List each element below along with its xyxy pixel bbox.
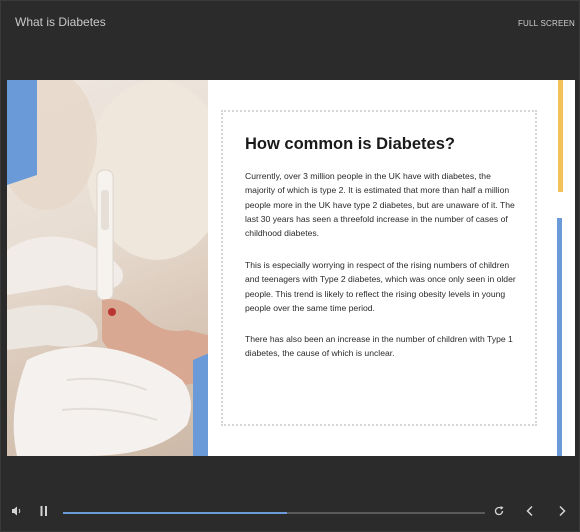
fullscreen-button[interactable]: FULL SCREEN xyxy=(518,19,575,28)
slide: How common is Diabetes? Currently, over … xyxy=(7,80,575,456)
blue-accent-bar xyxy=(557,218,562,456)
lesson-title: What is Diabetes xyxy=(15,15,106,29)
slide-heading: How common is Diabetes? xyxy=(245,135,455,153)
replay-icon[interactable] xyxy=(493,505,505,520)
paragraph-3: There has also been an increase in the n… xyxy=(245,334,513,359)
chevron-right-icon[interactable] xyxy=(557,505,567,520)
paragraph-2: This is especially worrying in respect o… xyxy=(245,260,516,313)
progress-fill xyxy=(63,512,287,514)
volume-icon[interactable] xyxy=(11,505,23,520)
pause-icon[interactable] xyxy=(39,505,49,520)
progress-bar[interactable] xyxy=(63,512,485,514)
chevron-left-icon[interactable] xyxy=(525,505,535,520)
lesson-player: What is Diabetes FULL SCREEN How common … xyxy=(0,0,580,532)
top-bar: What is Diabetes FULL SCREEN xyxy=(1,1,579,47)
blood-glucose-test-photo xyxy=(7,80,208,456)
playback-controls xyxy=(1,499,579,529)
paragraph-1: Currently, over 3 million people in the … xyxy=(245,171,515,239)
yellow-accent-bar xyxy=(558,80,563,192)
